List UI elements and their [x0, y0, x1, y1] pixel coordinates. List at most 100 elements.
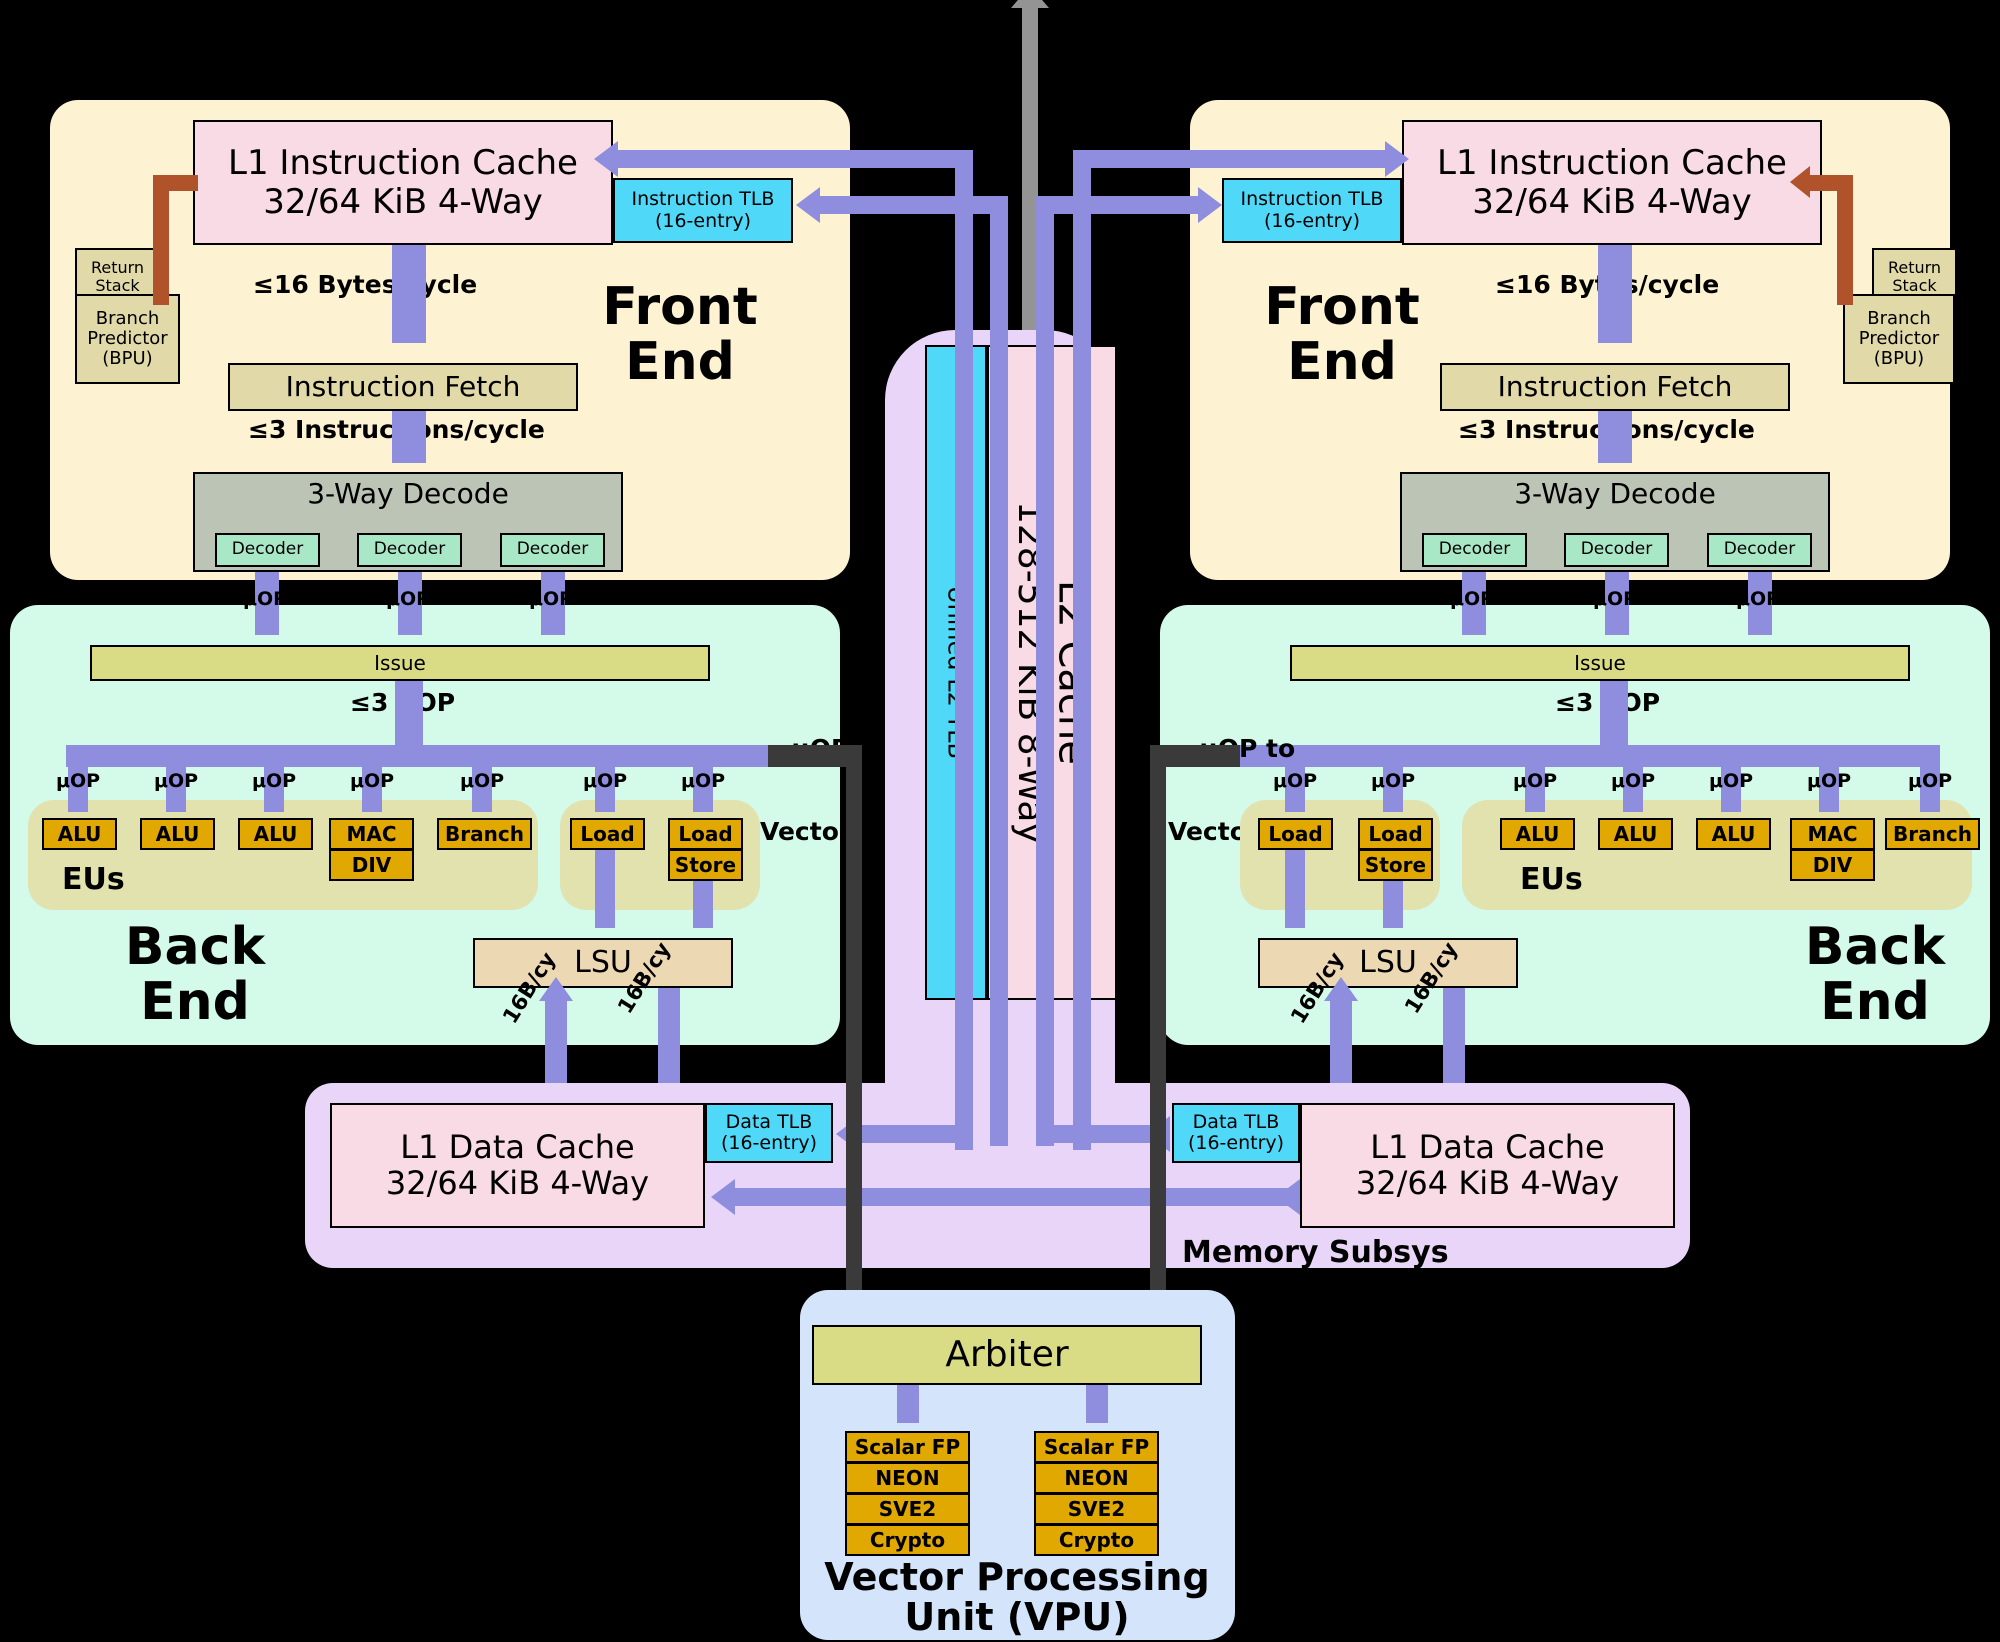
l2-to-l1i-right-trunk-h [1073, 150, 1393, 168]
l2-to-l1i-left-head [594, 141, 618, 177]
eu-branch-left-label: Branch [445, 821, 524, 846]
back-end-left-title-line2: End [140, 971, 250, 1032]
issue-distribution-bus-left [66, 745, 856, 767]
l1-data-cache-right[interactable]: L1 Data Cache 32/64 KiB 4-Way [1300, 1103, 1675, 1228]
uop-eu-left-0: μOP [56, 770, 101, 792]
itlb-left-line2: (16-entry) [654, 209, 752, 232]
eu-mac-right-label: MAC [1807, 821, 1858, 846]
uop-eu-right-4: μOP [1908, 770, 1953, 792]
l1-instruction-cache-left[interactable]: L1 Instruction Cache 32/64 KiB 4-Way [193, 120, 613, 245]
dtlb-left-line1: Data TLB [725, 1110, 813, 1133]
eu-div-right[interactable]: DIV [1790, 849, 1875, 881]
vpu-arbiter[interactable]: Arbiter [812, 1325, 1202, 1385]
l2-to-l1i-right-trunk-v [1073, 150, 1091, 1150]
instruction-tlb-right[interactable]: Instruction TLB (16-entry) [1222, 178, 1402, 243]
lsu-left[interactable]: LSU [473, 938, 733, 988]
vpu-pipe1-crypto[interactable]: Crypto [1034, 1524, 1159, 1556]
lsu-left-label: LSU [574, 945, 632, 981]
decoder-right-1[interactable]: Decoder [1564, 533, 1669, 567]
return-stack-right-line1: Return [1887, 258, 1942, 278]
bpu-left-line2: Predictor [87, 327, 168, 349]
issue-unit-left[interactable]: Issue [90, 645, 710, 681]
instruction-tlb-left[interactable]: Instruction TLB (16-entry) [613, 178, 793, 243]
decoder-right-0[interactable]: Decoder [1422, 533, 1527, 567]
eu-alu-left-2[interactable]: ALU [238, 818, 313, 850]
eu-branch-left[interactable]: Branch [437, 818, 532, 850]
eu-alu-right-0[interactable]: ALU [1500, 818, 1575, 850]
bpu-feedback-right-horizontal [1808, 175, 1853, 191]
decoder-left-2[interactable]: Decoder [500, 533, 605, 567]
ls-store-left[interactable]: Store [668, 849, 743, 881]
back-end-right-title-line2: End [1820, 971, 1930, 1032]
decoder-left-1[interactable]: Decoder [357, 533, 462, 567]
eu-branch-right[interactable]: Branch [1885, 818, 1980, 850]
data-tlb-left[interactable]: Data TLB (16-entry) [705, 1103, 833, 1163]
l2-to-l1d-left-head [711, 1179, 735, 1215]
issue-unit-right[interactable]: Issue [1290, 645, 1910, 681]
uop-eu-left-3: μOP [350, 770, 395, 792]
eu-mac-left-label: MAC [346, 821, 397, 846]
vpu-pipe0-neon[interactable]: NEON [845, 1462, 970, 1494]
issue-down-arrow-left [395, 681, 423, 751]
instruction-fetch-left-label: Instruction Fetch [285, 370, 521, 404]
store-to-lsu-left [693, 881, 713, 928]
instruction-fetch-right[interactable]: Instruction Fetch [1440, 363, 1790, 411]
vpu-pipe0-crypto[interactable]: Crypto [845, 1524, 970, 1556]
uop-eu-right-2: μOP [1709, 770, 1754, 792]
uop-eu-right-0: μOP [1513, 770, 1558, 792]
vpu-pipe1-sve2[interactable]: SVE2 [1034, 1493, 1159, 1525]
eu-alu-left-0[interactable]: ALU [42, 818, 117, 850]
decoder-left-0[interactable]: Decoder [215, 533, 320, 567]
lsu-right[interactable]: LSU [1258, 938, 1518, 988]
ls-store-right[interactable]: Store [1358, 849, 1433, 881]
l1d-left-line2: 32/64 KiB 4-Way [385, 1163, 650, 1202]
eu-mac-right[interactable]: MAC [1790, 818, 1875, 850]
ls-store-left-label: Store [674, 852, 737, 877]
vpu-title-line1: Vector Processing [824, 1555, 1210, 1599]
l1-data-cache-left[interactable]: L1 Data Cache 32/64 KiB 4-Way [330, 1103, 705, 1228]
ls-load2-left[interactable]: Load [668, 818, 743, 850]
eus-label-left: EUs [62, 862, 125, 897]
decode-right-title: 3-Way Decode [1514, 477, 1716, 510]
l1i-right-line1: L1 Instruction Cache [1437, 143, 1787, 184]
decoder-right-2[interactable]: Decoder [1707, 533, 1812, 567]
ls-load2-right[interactable]: Load [1358, 818, 1433, 850]
branch-predictor-left[interactable]: Branch Predictor (BPU) [75, 294, 180, 384]
eu-mac-left[interactable]: MAC [329, 818, 414, 850]
vpu-pipe0-scalar-fp[interactable]: Scalar FP [845, 1431, 970, 1463]
branch-predictor-right[interactable]: Branch Predictor (BPU) [1843, 294, 1955, 384]
back-end-left-title-line1: Back [124, 917, 266, 977]
uop-label-right-d2: μOP [1736, 588, 1781, 610]
uop-ls-right-0: μOP [1273, 770, 1318, 792]
front-end-right-title: Front End [1222, 280, 1462, 389]
eu-alu-right-1[interactable]: ALU [1598, 818, 1673, 850]
eu-alu-right-2[interactable]: ALU [1696, 818, 1771, 850]
l2-to-l1d-right-head [1276, 1179, 1300, 1215]
l1-instruction-cache-right[interactable]: L1 Instruction Cache 32/64 KiB 4-Way [1402, 120, 1822, 245]
eu-div-left[interactable]: DIV [329, 849, 414, 881]
ls-load-left[interactable]: Load [570, 818, 645, 850]
eu-alu-left-1[interactable]: ALU [140, 818, 215, 850]
issue-down-arrow-right [1600, 681, 1628, 751]
decoder-right-1-label: Decoder [1580, 539, 1653, 560]
front-end-right-title-line2: End [1287, 331, 1397, 392]
l1i-right-line2: 32/64 KiB 4-Way [1472, 181, 1752, 222]
fetch-to-decode-arrow-left [392, 411, 426, 463]
vpu-pipe1-scalar-fp[interactable]: Scalar FP [1034, 1431, 1159, 1463]
ls-load-right[interactable]: Load [1258, 818, 1333, 850]
instruction-fetch-left[interactable]: Instruction Fetch [228, 363, 578, 411]
ls-load-right-label: Load [1268, 821, 1323, 846]
bpu-right-line3: (BPU) [1873, 348, 1925, 370]
decoder-left-1-label: Decoder [373, 539, 446, 560]
vpu-pipe0-sve2[interactable]: SVE2 [845, 1493, 970, 1525]
front-end-left-title-line2: End [625, 331, 735, 392]
front-end-left-title-line1: Front [602, 277, 758, 337]
ls-store-right-label: Store [1364, 852, 1427, 877]
vpu-pipe1-neon[interactable]: NEON [1034, 1462, 1159, 1494]
lsu-store-path-right [1443, 988, 1465, 1093]
data-tlb-right[interactable]: Data TLB (16-entry) [1172, 1103, 1300, 1163]
dtlb-left-line2: (16-entry) [720, 1132, 818, 1154]
vpu-pipe0-unit3-label: Crypto [869, 1527, 946, 1552]
l1i-left-line2: 32/64 KiB 4-Way [263, 181, 543, 222]
l1d-right-line1: L1 Data Cache [1370, 1127, 1605, 1166]
